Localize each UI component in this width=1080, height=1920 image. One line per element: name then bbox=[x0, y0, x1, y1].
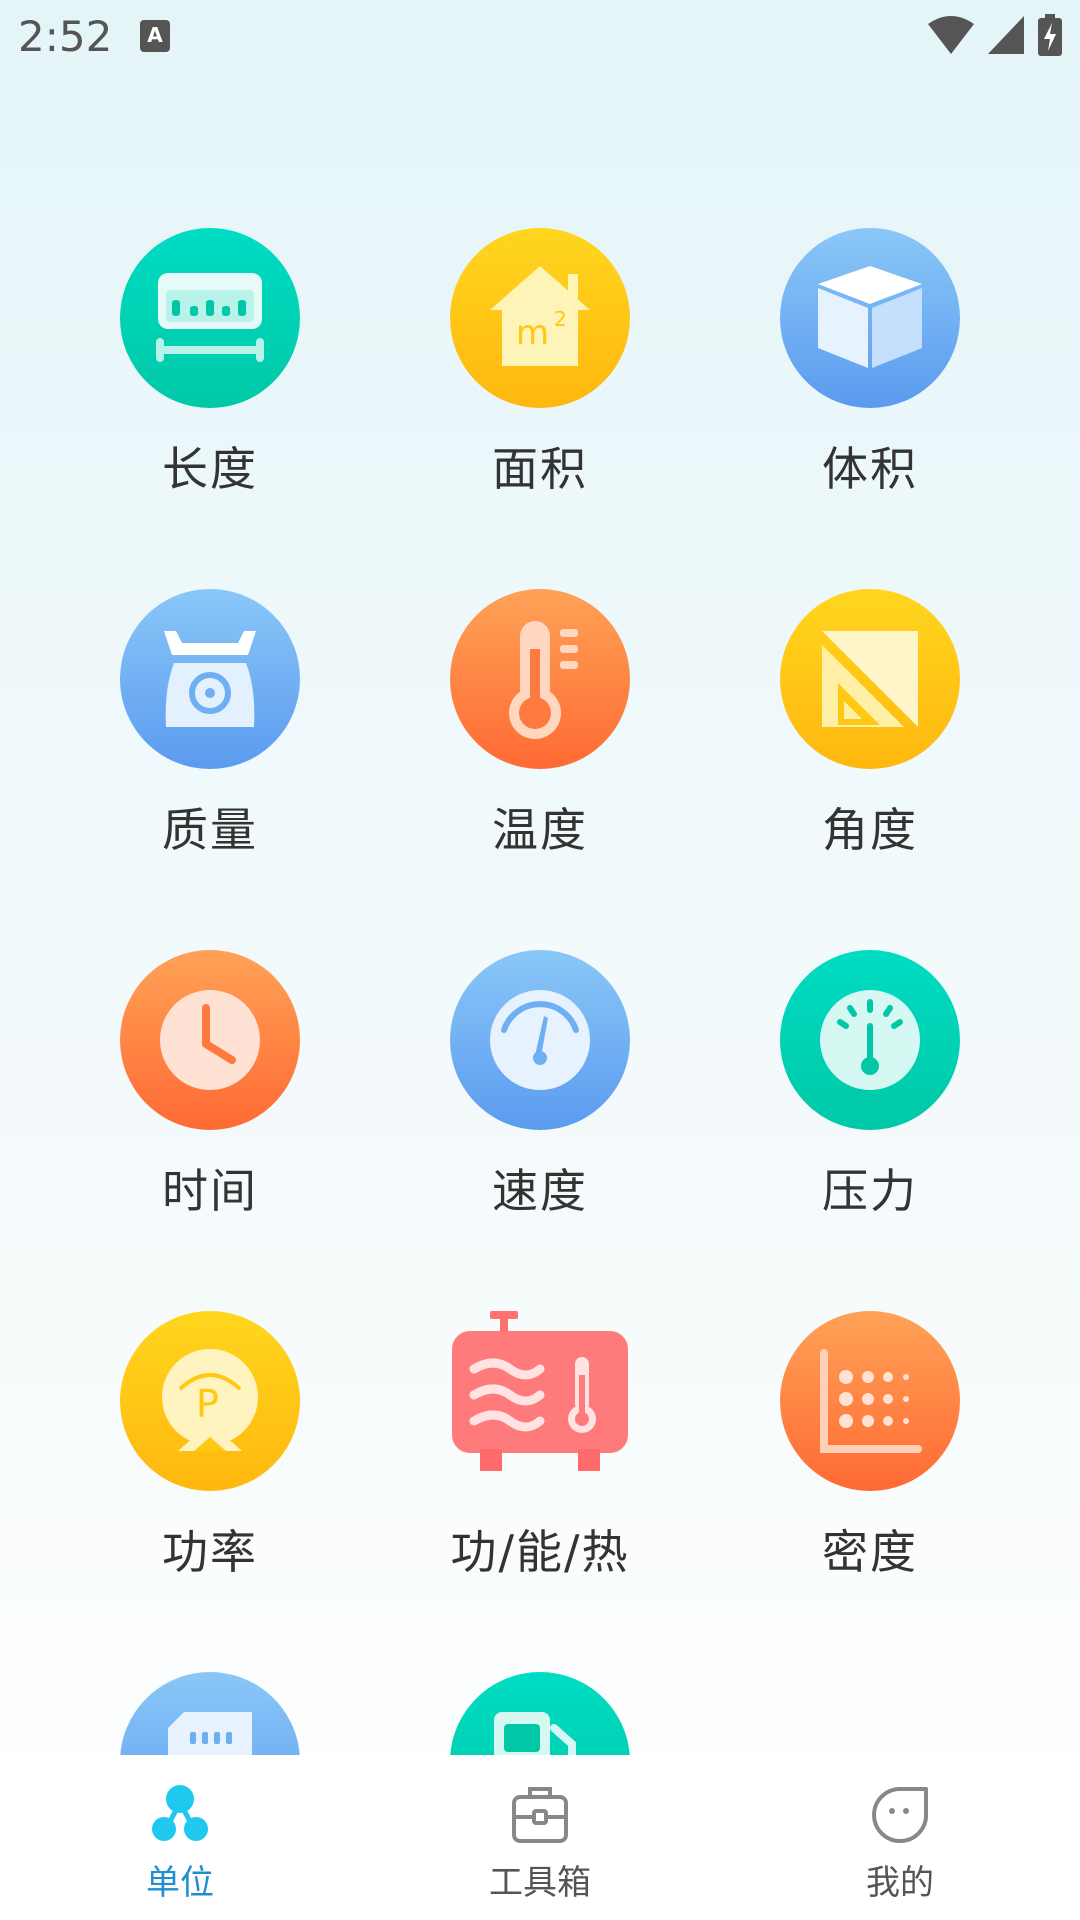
category-label: 功率 bbox=[162, 1525, 258, 1579]
storage-card-icon bbox=[120, 1672, 300, 1755]
area-m2-icon: m 2 bbox=[450, 228, 630, 408]
status-time: 2:52 bbox=[18, 12, 113, 61]
category-volume[interactable]: 体积 bbox=[720, 228, 1020, 528]
notification-icon: A bbox=[140, 20, 170, 52]
category-label: 质量 bbox=[162, 803, 258, 857]
density-icon bbox=[780, 1311, 960, 1491]
cube-icon bbox=[780, 228, 960, 408]
category-label: 密度 bbox=[822, 1525, 918, 1579]
category-data-storage[interactable] bbox=[60, 1672, 360, 1755]
category-speed[interactable]: 速度 bbox=[390, 950, 690, 1250]
category-angle[interactable]: 角度 bbox=[720, 589, 1020, 889]
unit-category-grid: 长度 m 2 面积 体积 质量 温度 角度 时间 速度 压力 P 功率 功/能/… bbox=[0, 228, 1080, 1755]
category-density[interactable]: 密度 bbox=[720, 1311, 1020, 1611]
svg-text:P: P bbox=[196, 1382, 219, 1426]
set-square-icon bbox=[780, 589, 960, 769]
signal-icon bbox=[988, 16, 1024, 54]
units-icon bbox=[152, 1785, 208, 1841]
clock-icon bbox=[120, 950, 300, 1130]
category-time[interactable]: 时间 bbox=[60, 950, 360, 1250]
nav-label: 工具箱 bbox=[489, 1863, 591, 1903]
category-label: 温度 bbox=[492, 803, 588, 857]
category-label: 角度 bbox=[822, 803, 918, 857]
battery-charging-icon bbox=[1038, 14, 1062, 56]
scale-icon bbox=[120, 589, 300, 769]
category-mass[interactable]: 质量 bbox=[60, 589, 360, 889]
category-length[interactable]: 长度 bbox=[60, 228, 360, 528]
svg-text:m: m bbox=[516, 313, 549, 353]
svg-text:2: 2 bbox=[554, 307, 567, 331]
category-label: 功/能/热 bbox=[450, 1525, 630, 1579]
category-label: 时间 bbox=[162, 1164, 258, 1218]
category-area[interactable]: m 2 面积 bbox=[390, 228, 690, 528]
nav-label: 单位 bbox=[146, 1863, 214, 1903]
thermometer-icon bbox=[450, 589, 630, 769]
nav-tab-units[interactable]: 单位 bbox=[0, 1755, 360, 1920]
bottom-navigation: 单位 工具箱 我的 bbox=[0, 1755, 1080, 1920]
power-icon: P bbox=[120, 1311, 300, 1491]
profile-face-icon bbox=[872, 1787, 929, 1843]
category-work-energy-heat[interactable]: 功/能/热 bbox=[390, 1311, 690, 1611]
wifi-icon bbox=[928, 16, 974, 54]
category-label: 面积 bbox=[492, 442, 588, 496]
category-label: 压力 bbox=[822, 1164, 918, 1218]
ruler-icon bbox=[120, 228, 300, 408]
category-power[interactable]: P 功率 bbox=[60, 1311, 360, 1611]
category-label: 速度 bbox=[492, 1164, 588, 1218]
category-label: 体积 bbox=[822, 442, 918, 496]
category-pressure[interactable]: 压力 bbox=[720, 950, 1020, 1250]
category-temperature[interactable]: 温度 bbox=[390, 589, 690, 889]
nav-tab-toolbox[interactable]: 工具箱 bbox=[360, 1755, 720, 1920]
fuel-icon bbox=[450, 1672, 630, 1755]
nav-tab-mine[interactable]: 我的 bbox=[720, 1755, 1080, 1920]
nav-label: 我的 bbox=[866, 1863, 934, 1903]
category-fuel[interactable] bbox=[390, 1672, 690, 1755]
speedometer-icon bbox=[450, 950, 630, 1130]
toolbox-icon bbox=[512, 1787, 568, 1843]
category-label: 长度 bbox=[162, 442, 258, 496]
status-bar: 2:52 A bbox=[0, 0, 1080, 75]
boiler-icon bbox=[450, 1311, 630, 1491]
pressure-gauge-icon bbox=[780, 950, 960, 1130]
